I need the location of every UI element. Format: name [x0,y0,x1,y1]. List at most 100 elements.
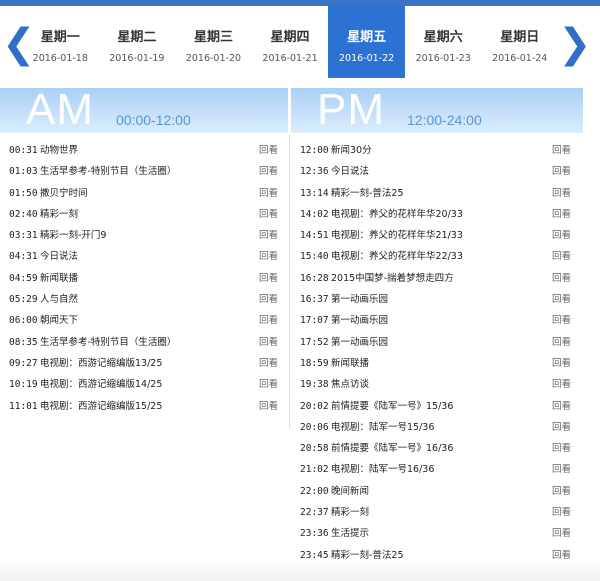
program-row: 16:28 2015中国梦-揣着梦想走四方 回看 [291,268,583,289]
replay-link[interactable]: 回看 [552,459,571,480]
day-tab-mon[interactable]: 星期一 2016-01-18 [22,6,99,78]
day-tab-date: 2016-01-19 [109,53,165,64]
program-time: 21:02 [300,464,329,476]
program-title: 动物世界 [40,145,79,156]
replay-link[interactable]: 回看 [259,353,278,374]
replay-link[interactable]: 回看 [259,183,278,204]
program-row: 05:29 人与自然 回看 [0,289,288,310]
day-tab-name: 星期二 [117,30,157,45]
replay-link[interactable]: 回看 [552,183,571,204]
program-title: 第一动画乐园 [331,294,389,306]
program-title: 撒贝宁时间 [40,187,88,199]
replay-link[interactable]: 回看 [552,332,571,353]
replay-link[interactable]: 回看 [552,502,571,523]
program-row: 15:40 电视剧：养父的花样年华22/33 回看 [291,246,583,267]
replay-link[interactable]: 回看 [552,353,571,374]
replay-link[interactable]: 回看 [552,396,571,417]
day-tab-thu[interactable]: 星期四 2016-01-21 [252,6,329,78]
replay-link[interactable]: 回看 [552,374,571,395]
am-banner: AM 00:00-12:00 [0,88,288,133]
program-row: 11:01 电视剧：西游记缩编版15/25 回看 [0,396,288,417]
day-tab-name: 星期日 [500,30,540,45]
replay-link[interactable]: 回看 [552,310,571,331]
program-title: 生活提示 [331,528,370,540]
replay-link[interactable]: 回看 [259,374,278,395]
replay-link[interactable]: 回看 [259,225,278,246]
day-tab-sun[interactable]: 星期日 2016-01-24 [481,6,558,78]
replay-link[interactable]: 回看 [259,204,278,225]
program-row: 17:07 第一动画乐园 回看 [291,310,583,331]
program-row: 23:36 生活提示 回看 [291,523,583,544]
replay-link[interactable]: 回看 [259,268,278,289]
replay-link[interactable]: 回看 [552,268,571,289]
program-row: 12:00 新闻30分 回看 [291,140,583,161]
am-label: AM [26,88,94,133]
prev-week-arrow-icon[interactable]: ❮ [2,22,36,66]
program-time: 01:50 [9,187,38,199]
program-row: 04:59 新闻联播 回看 [0,268,288,289]
replay-link[interactable]: 回看 [259,332,278,353]
program-row: 20:58 前情提要《陆军一号》16/36 回看 [291,438,583,459]
replay-link[interactable]: 回看 [552,417,571,438]
program-time: 14:51 [300,230,329,242]
replay-link[interactable]: 回看 [552,523,571,544]
program-time: 09:27 [9,357,38,369]
program-title: 焦点访谈 [331,379,370,391]
program-row: 22:37 精彩一刻 回看 [291,502,583,523]
day-tab-name: 星期六 [423,30,463,45]
bottom-fade [0,560,600,581]
program-row: 01:03 生活早参考-特别节目（生活圈） 回看 [0,161,288,182]
replay-link[interactable]: 回看 [552,481,571,502]
program-title: 生活早参考-特别节目（生活圈） [40,166,177,178]
program-row: 03:31 精彩一刻-开门9 回看 [0,225,288,246]
replay-link[interactable]: 回看 [552,438,571,459]
program-title: 电视剧：养父的花样年华21/33 [331,230,463,242]
program-title: 精彩一刻 [40,208,79,220]
replay-link[interactable]: 回看 [259,289,278,310]
program-row: 14:02 电视剧：养父的花样年华20/33 回看 [291,204,583,225]
program-title: 电视剧：西游记缩编版14/25 [40,379,163,391]
replay-link[interactable]: 回看 [552,204,571,225]
program-time: 04:59 [9,272,38,284]
replay-link[interactable]: 回看 [552,225,571,246]
program-row: 02:40 精彩一刻 回看 [0,204,288,225]
program-time: 05:29 [9,294,38,306]
replay-link[interactable]: 回看 [552,161,571,182]
program-title: 电视剧：养父的花样年华20/33 [331,208,463,220]
program-row: 13:14 精彩一刻-普法25 回看 [291,183,583,204]
program-title: 前情提要《陆军一号》15/36 [331,400,454,412]
replay-link[interactable]: 回看 [259,161,278,182]
program-time: 12:00 [300,145,329,156]
pm-program-list: 12:00 新闻30分 回看 12:36 今日说法 回看 13:14 精彩一刻-普法25 回看 1… [291,140,583,566]
program-time: 16:28 [300,272,329,284]
day-tab-tue[interactable]: 星期二 2016-01-19 [99,6,176,78]
program-row: 01:50 撒贝宁时间 回看 [0,183,288,204]
program-time: 20:58 [300,443,329,455]
day-tab-date: 2016-01-20 [185,53,242,64]
replay-link[interactable]: 回看 [259,140,278,161]
program-time: 23:36 [300,528,329,540]
program-row: 04:31 今日说法 回看 [0,246,288,267]
replay-link[interactable]: 回看 [552,289,571,310]
next-week-arrow-icon[interactable]: ❯ [558,22,592,66]
replay-link[interactable]: 回看 [259,246,278,267]
day-tab-date: 2016-01-23 [415,53,471,64]
program-row: 19:38 焦点访谈 回看 [291,374,583,395]
day-tab-fri[interactable]: 星期五 2016-01-22 [328,6,405,78]
program-title: 朝闻天下 [40,315,79,327]
day-tab-sat[interactable]: 星期六 2016-01-23 [405,6,482,78]
replay-link[interactable]: 回看 [552,140,571,161]
program-row: 18:59 新闻联播 回看 [291,353,583,374]
program-row: 20:06 电视剧：陆军一号15/36 回看 [291,417,583,438]
program-row: 17:52 第一动画乐园 回看 [291,332,583,353]
replay-link[interactable]: 回看 [259,396,278,417]
replay-link[interactable]: 回看 [552,246,571,267]
date-navigation: ❮ 星期一 2016-01-18 星期二 2016-01-19 星期三 2016… [0,6,600,78]
program-time: 18:59 [300,357,329,369]
day-tab-name: 星期四 [270,30,310,45]
replay-link[interactable]: 回看 [259,310,278,331]
day-tab-wed[interactable]: 星期三 2016-01-20 [175,6,252,78]
day-tab-date: 2016-01-24 [492,53,548,64]
program-time: 04:31 [9,251,38,263]
program-title: 电视剧：陆军一号15/36 [331,421,435,433]
